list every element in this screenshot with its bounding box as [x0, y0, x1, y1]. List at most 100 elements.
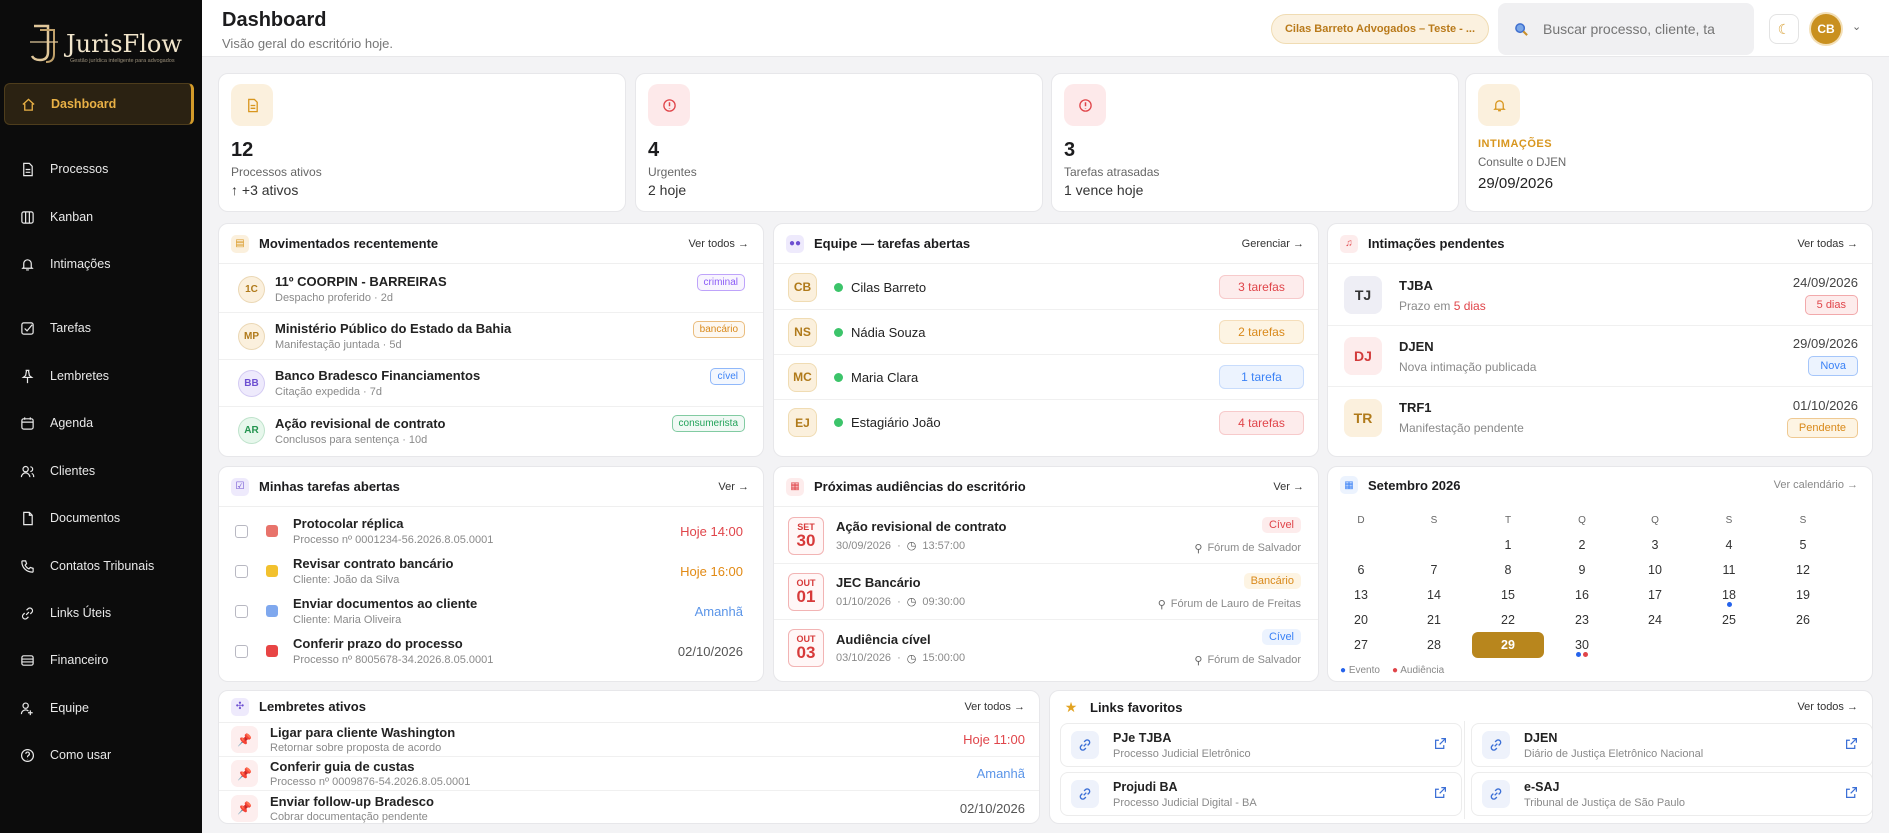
stat-card[interactable]: 12 Processos ativos ↑ +3 ativos [218, 73, 626, 212]
calendar-day[interactable]: 10 [1635, 563, 1675, 577]
sidebar-item-como-usar[interactable]: Como usar [4, 734, 194, 776]
team-member-row[interactable]: CB Cilas Barreto 3 tarefas [774, 265, 1318, 310]
intimacao-row[interactable]: TJ TJBA Prazo em 5 dias 24/09/2026 5 dias [1328, 265, 1872, 326]
calendar-day[interactable]: 7 [1414, 563, 1454, 577]
task-row[interactable]: Revisar contrato bancário Cliente: João d… [219, 551, 763, 591]
calendar-day[interactable]: 25 [1709, 613, 1749, 627]
theme-toggle-moon-icon[interactable]: ☾ [1769, 14, 1799, 44]
favorite-link[interactable]: Projudi BA Processo Judicial Digital - BA [1060, 772, 1462, 816]
sidebar-item-dashboard[interactable]: Dashboard [4, 83, 194, 125]
favorite-link[interactable]: DJEN Diário de Justiça Eletrônico Naciona… [1471, 723, 1872, 767]
team-member-row[interactable]: EJ Estagiário João 4 tarefas [774, 400, 1318, 445]
task-count-badge[interactable]: 4 tarefas [1219, 410, 1304, 435]
task-count-badge[interactable]: 1 tarefa [1219, 365, 1304, 389]
calendar-day[interactable]: 28 [1414, 638, 1454, 652]
intimacao-row[interactable]: DJ DJEN Nova intimação publicada 29/09/2026… [1328, 326, 1872, 387]
calendar-day[interactable]: 21 [1414, 613, 1454, 627]
recent-view-all-link[interactable]: Ver todos → [688, 238, 749, 250]
task-checkbox[interactable] [235, 524, 248, 538]
tasks-view-link[interactable]: Ver → [718, 481, 749, 493]
brand-logo[interactable]: JurisFlow Gestão jurídica inteligente pa… [28, 22, 182, 66]
sidebar-item-contatos-tribunais[interactable]: Contatos Tribunais [4, 545, 194, 587]
list-item[interactable]: AR Ação revisional de contrato Conclusos p… [219, 407, 763, 454]
calendar-day[interactable]: 17 [1635, 588, 1675, 602]
user-avatar[interactable]: CB [1811, 14, 1841, 44]
sidebar-item-kanban[interactable]: Kanban [4, 196, 194, 238]
task-count-badge[interactable]: 3 tarefas [1219, 275, 1304, 299]
search-input[interactable] [1543, 21, 1723, 37]
reminder-row[interactable]: 📌 Enviar follow-up Bradesco Cobrar documen… [219, 791, 1039, 823]
sidebar-item-lembretes[interactable]: Lembretes [4, 355, 194, 397]
external-link-icon[interactable] [1845, 737, 1858, 753]
chevron-down-icon[interactable]: ⌄ [1852, 20, 1861, 33]
calendar-day[interactable]: 8 [1488, 563, 1528, 577]
sidebar-item-intimações[interactable]: Intimações [4, 243, 194, 285]
task-checkbox[interactable] [235, 644, 248, 658]
reminder-row[interactable]: 📌 Ligar para cliente Washington Retornar s… [219, 723, 1039, 757]
reminder-row[interactable]: 📌 Conferir guia de custas Processo nº 0009… [219, 757, 1039, 791]
sidebar-item-financeiro[interactable]: Financeiro [4, 639, 194, 681]
stat-card[interactable]: 3 Tarefas atrasadas 1 vence hoje [1051, 73, 1459, 212]
calendar-day[interactable]: 12 [1783, 563, 1823, 577]
sidebar-item-clientes[interactable]: Clientes [4, 450, 194, 492]
task-checkbox[interactable] [235, 604, 248, 618]
calendar-day[interactable]: 6 [1341, 563, 1381, 577]
search-box[interactable] [1498, 3, 1754, 55]
reminders-view-all-link[interactable]: Ver todos → [964, 701, 1025, 713]
hearing-row[interactable]: OUT 01 JEC Bancário 01/10/2026 · ◷ 09:30:00 Ban… [774, 564, 1318, 620]
external-link-icon[interactable] [1434, 737, 1447, 753]
calendar-day[interactable]: 19 [1783, 588, 1823, 602]
external-link-icon[interactable] [1434, 786, 1447, 802]
calendar-day[interactable]: 15 [1488, 588, 1528, 602]
intimacoes-card[interactable]: INTIMAÇÕES Consulte o DJEN 29/09/2026 [1465, 73, 1873, 212]
hearing-row[interactable]: SET 30 Ação revisional de contrato 30/09/20… [774, 508, 1318, 564]
firm-selector[interactable]: Cilas Barreto Advogados – Teste - ... [1271, 14, 1489, 44]
calendar-day[interactable]: 11 [1709, 563, 1749, 577]
calendar-day[interactable]: 20 [1341, 613, 1381, 627]
calendar-day[interactable]: 16 [1562, 588, 1602, 602]
team-member-row[interactable]: NS Nádia Souza 2 tarefas [774, 310, 1318, 355]
calendar-day-today[interactable]: 29 [1472, 632, 1544, 658]
task-checkbox[interactable] [235, 564, 248, 578]
task-count-badge[interactable]: 2 tarefas [1219, 320, 1304, 344]
calendar-day[interactable]: 24 [1635, 613, 1675, 627]
calendar-day[interactable]: 3 [1635, 538, 1675, 552]
list-item[interactable]: 1C 11º COORPIN - BARREIRAS Despacho profer… [219, 266, 763, 313]
sidebar-item-documentos[interactable]: Documentos [4, 497, 194, 539]
calendar-day[interactable]: 4 [1709, 538, 1749, 552]
sidebar-item-equipe[interactable]: Equipe [4, 687, 194, 729]
sidebar-item-processos[interactable]: Processos [4, 148, 194, 190]
calendar-day[interactable]: 2 [1562, 538, 1602, 552]
favorite-link[interactable]: PJe TJBA Processo Judicial Eletrônico [1060, 723, 1462, 767]
calendar-day[interactable]: 23 [1562, 613, 1602, 627]
team-member-row[interactable]: MC Maria Clara 1 tarefa [774, 355, 1318, 400]
calendar-day[interactable]: 14 [1414, 588, 1454, 602]
calendar-day[interactable]: 27 [1341, 638, 1381, 652]
stat-card[interactable]: 4 Urgentes 2 hoje [635, 73, 1043, 212]
calendar-day[interactable]: 30 [1562, 638, 1602, 652]
sidebar-item-tarefas[interactable]: Tarefas [4, 307, 194, 349]
calendar-day[interactable]: 22 [1488, 613, 1528, 627]
intimacao-row[interactable]: TR TRF1 Manifestação pendente 01/10/2026 Pen… [1328, 387, 1872, 448]
external-link-icon[interactable] [1845, 786, 1858, 802]
calendar-day[interactable]: 1 [1488, 538, 1528, 552]
list-item[interactable]: BB Banco Bradesco Financiamentos Citação e… [219, 360, 763, 407]
task-row[interactable]: Protocolar réplica Processo nº 0001234-56… [219, 511, 763, 551]
list-item[interactable]: MP Ministério Público do Estado da Bahia M… [219, 313, 763, 360]
calendar-day[interactable]: 26 [1783, 613, 1823, 627]
task-row[interactable]: Conferir prazo do processo Processo nº 80… [219, 631, 763, 671]
sidebar-item-links-úteis[interactable]: Links Úteis [4, 592, 194, 634]
hearings-view-link[interactable]: Ver → [1273, 481, 1304, 493]
links-view-all-link[interactable]: Ver todos → [1797, 701, 1858, 713]
team-manage-link[interactable]: Gerenciar → [1242, 238, 1304, 250]
favorite-link[interactable]: e-SAJ Tribunal de Justiça de São Paulo [1471, 772, 1872, 816]
calendar-view-link[interactable]: Ver calendário → [1774, 479, 1858, 491]
pending-view-all-link[interactable]: Ver todas → [1797, 238, 1858, 250]
calendar-day[interactable]: 13 [1341, 588, 1381, 602]
calendar-day[interactable]: 9 [1562, 563, 1602, 577]
hearing-row[interactable]: OUT 03 Audiência cível 03/10/2026 · ◷ 15:00:00… [774, 620, 1318, 676]
calendar-day[interactable]: 5 [1783, 538, 1823, 552]
sidebar-item-agenda[interactable]: Agenda [4, 402, 194, 444]
calendar-day[interactable]: 18 [1709, 588, 1749, 602]
task-row[interactable]: Enviar documentos ao cliente Cliente: Mar… [219, 591, 763, 631]
